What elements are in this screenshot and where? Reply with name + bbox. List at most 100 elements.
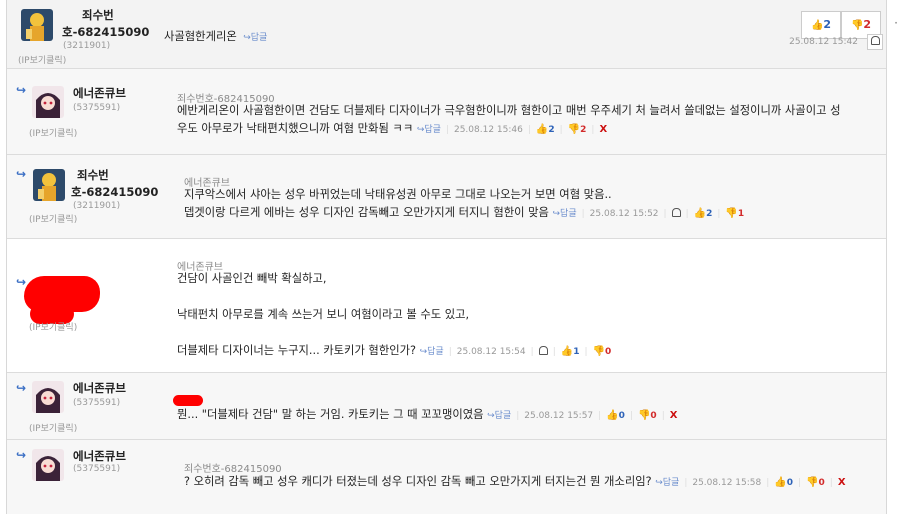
thumbs-up-icon[interactable]: 👍	[561, 346, 573, 357]
comment-line: 지쿠악스에서 샤아는 성우 바뀌었는데 낙태유성권 아무로 그대로 나오는거 보…	[184, 188, 612, 201]
comment-line-3: 더블제타 디자이너는 누구지... 카토키가 혐한인가? ↪답글 | 25.08.1…	[177, 342, 877, 361]
comment-row: ↪ (IP보기클릭) 에너존큐브 건담이 사골인건 빼박 확실하고, 낙태펀치 …	[7, 239, 886, 373]
comment-row: ↪ 에너존큐브 (5375591) 죄수번호-682415090 ? 오히려 감…	[7, 440, 886, 514]
comment-body: 더블제타 디자이너는 누구지... 카토키가 혐한인가?	[177, 344, 416, 357]
comment-body: 뎁겟이랑 다르게 에바는 성우 디자인 감독빼고 오만가지게 터지니 혐한이 맞…	[184, 206, 549, 219]
reply-link[interactable]: ↪답글	[487, 411, 511, 421]
scroll-caret-icon: ·	[894, 16, 898, 30]
upvote-button[interactable]: 👍2	[801, 11, 841, 39]
downvote-count: 2	[863, 18, 872, 31]
reply-label: 답글	[250, 33, 268, 43]
comment-body: 우도 아무로가 낙태편치했으니까 여혐 만화됨 ㅋㅋ	[177, 122, 414, 135]
thumbs-up-icon[interactable]: 👍	[536, 124, 548, 135]
author-name-line2: 호-682415090	[62, 25, 150, 39]
comment-meta: ↪답글 | 25.08.12 15:52 | | 👍2 | 👎1	[552, 208, 745, 219]
ip-view-link[interactable]: (IP보기클릭)	[18, 53, 66, 66]
reply-arrow-icon: ↪	[243, 33, 251, 43]
ip-view-link[interactable]: (IP보기클릭)	[29, 421, 77, 434]
upvote-count: 2	[706, 209, 713, 219]
reply-arrow-icon: ↪	[16, 83, 27, 97]
user-id: (3211901)	[63, 41, 111, 51]
reply-arrow-icon: ↪	[16, 275, 27, 289]
upvote-count: 0	[786, 478, 794, 488]
author-name-line1: 죄수번	[77, 168, 109, 182]
comment-row: ↪ 죄수번 호-682415090 (3211901) (IP보기클릭) 에너존…	[7, 155, 886, 239]
avatar[interactable]	[32, 381, 64, 413]
thumbs-up-icon[interactable]: 👍	[694, 208, 706, 219]
author-name[interactable]: 에너존큐브	[73, 380, 126, 397]
thumbs-down-icon[interactable]: 👎	[806, 477, 818, 488]
reply-link[interactable]: ↪답글	[553, 209, 577, 219]
reply-arrow-icon: ↪	[16, 448, 27, 462]
reply-label: 답글	[424, 125, 441, 135]
thumbs-up-icon[interactable]: 👍	[606, 410, 618, 421]
timestamp: 25.08.12 15:57	[524, 411, 594, 421]
comment-meta: ↪답글 | 25.08.12 15:54 | | 👍1 | 👎0	[419, 346, 612, 357]
thumbs-down-icon[interactable]: 👎	[725, 208, 737, 219]
comment-line: 건담이 사골인건 빼박 확실하고,	[177, 272, 327, 285]
avatar[interactable]	[33, 169, 65, 201]
comment-text: 에반게리온이 사골혐한이면 건담도 더블제타 디자이너가 극우혐한이니까 혐한이…	[177, 102, 882, 139]
user-id: (5375591)	[73, 398, 121, 408]
bell-icon	[870, 36, 880, 45]
delete-button[interactable]: X	[838, 477, 846, 488]
author-name-line1: 죄수번	[82, 8, 114, 22]
thumbs-down-icon[interactable]: 👎	[638, 410, 650, 421]
reply-link[interactable]: ↪답글	[240, 33, 267, 43]
timestamp: 25.08.12 15:52	[589, 209, 659, 219]
user-id: (3211901)	[73, 201, 121, 211]
thumbs-down-icon: 👎	[850, 20, 864, 31]
timestamp: 25.08.12 15:58	[692, 478, 762, 488]
bell-icon[interactable]	[671, 208, 681, 217]
ip-view-link[interactable]: (IP보기클릭)	[29, 126, 77, 139]
comment-line-2: 우도 아무로가 낙태편치했으니까 여혐 만화됨 ㅋㅋ ↪답글 | 25.08.12 …	[177, 120, 882, 139]
reply-label: 답글	[560, 209, 577, 219]
redaction-mark	[173, 395, 203, 406]
timestamp: 25.08.12 15:46	[453, 125, 523, 135]
delete-button[interactable]: X	[599, 124, 607, 135]
reply-arrow-icon: ↪	[16, 167, 27, 181]
reply-link[interactable]: ↪답글	[417, 125, 441, 135]
upvote-count: 2	[823, 18, 832, 31]
author-name-line2: 호-682415090	[71, 185, 159, 199]
comment-meta: ↪답글 | 25.08.12 15:46 | 👍2 | 👎2 | X	[416, 124, 608, 135]
upvote-count: 2	[548, 125, 555, 135]
author-name[interactable]: 죄수번 호-682415090	[62, 7, 149, 41]
comment-meta: ↪답글 | 25.08.12 15:58 | 👍0 | 👎0 | X	[655, 477, 846, 488]
author-name[interactable]: 에너존큐브	[73, 85, 126, 102]
thumbs-up-icon[interactable]: 👍	[774, 477, 786, 488]
user-id: (5375591)	[73, 103, 121, 113]
ip-view-link[interactable]: (IP보기클릭)	[29, 212, 77, 225]
comment-text: 사골혐한게리온 ↪답글	[164, 28, 267, 47]
upvote-count: 0	[618, 411, 625, 421]
reply-arrow-icon: ↪	[487, 411, 495, 421]
avatar[interactable]	[32, 86, 64, 118]
reply-link[interactable]: ↪답글	[655, 478, 679, 488]
delete-button[interactable]: X	[670, 410, 678, 421]
downvote-count: 0	[604, 347, 612, 357]
reply-label: 답글	[662, 478, 680, 488]
author-name[interactable]: 에너존큐브	[73, 448, 126, 465]
ip-view-link[interactable]: (IP보기클릭)	[29, 320, 77, 333]
downvote-count: 0	[818, 478, 825, 488]
upvote-count: 1	[573, 347, 580, 357]
avatar[interactable]	[21, 9, 53, 41]
reply-label: 답글	[427, 347, 444, 357]
author-name[interactable]: 죄수번 호-682415090	[71, 167, 158, 201]
report-bell-button[interactable]	[867, 34, 883, 50]
bell-icon[interactable]	[538, 346, 548, 355]
reply-arrow-icon: ↪	[16, 381, 27, 395]
avatar[interactable]	[32, 449, 64, 481]
comment-body: 뭔... "더블제타 건담" 말 하는 거임. 카토키는 그 때 꼬꼬맹이였음	[177, 408, 484, 421]
thumbs-up-icon: 👍	[810, 20, 824, 31]
downvote-count: 0	[650, 411, 657, 421]
thumbs-down-icon[interactable]: 👎	[568, 124, 580, 135]
reply-link[interactable]: ↪답글	[420, 347, 444, 357]
comment-line-2: 뎁겟이랑 다르게 에바는 성우 디자인 감독빼고 오만가지게 터지니 혐한이 맞…	[184, 204, 882, 223]
reply-arrow-icon: ↪	[655, 478, 663, 488]
comment-text: 건담이 사골인건 빼박 확실하고, 낙태펀치 아무로를 계속 쓰는거 보니 여혐…	[177, 270, 877, 361]
comment-body: ? 오히려 감독 빼고 성우 캐디가 터졌는데 성우 디자인 감독 빼고 오만가…	[184, 475, 652, 488]
comment-text: ? 오히려 감독 빼고 성우 캐디가 터졌는데 성우 디자인 감독 빼고 오만가…	[184, 473, 882, 492]
thumbs-down-icon[interactable]: 👎	[593, 346, 605, 357]
reply-label: 답글	[494, 411, 512, 421]
